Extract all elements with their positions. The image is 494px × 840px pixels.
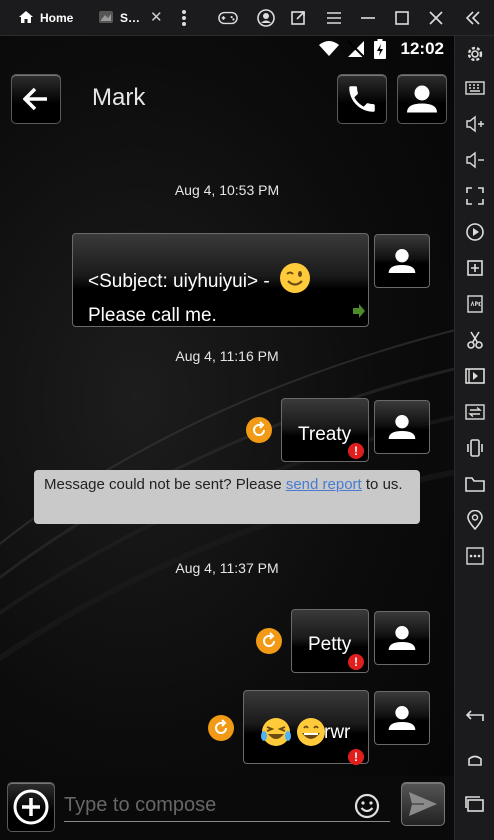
message-text-line: Please call me. [88, 305, 217, 326]
emulator-window: Home S… ✕ 12:02 Mark Aug 4, 10:53 PM <Su… [0, 0, 494, 840]
arrow-left-icon [23, 87, 47, 111]
avatar[interactable] [374, 400, 430, 454]
person-icon [388, 249, 416, 273]
retry-icon [253, 421, 265, 436]
collapse-sidebar-icon[interactable] [463, 8, 483, 28]
signal-icon [346, 40, 366, 63]
error-icon: ! [348, 443, 364, 459]
back-button[interactable] [11, 74, 61, 124]
message-bubble[interactable]: <Subject: uiyhuiyui> - Please call me. [72, 233, 369, 327]
add-circle-icon [13, 789, 49, 825]
message-bubble[interactable]: rwr ! [243, 690, 369, 765]
error-icon: ! [348, 654, 364, 670]
home-icon[interactable] [463, 748, 487, 772]
more-vert-icon[interactable] [174, 8, 194, 28]
call-button[interactable] [337, 74, 387, 124]
record-icon[interactable] [463, 220, 487, 244]
person-icon [388, 415, 416, 439]
person-icon [407, 85, 437, 113]
send-button[interactable] [401, 782, 445, 826]
conversation-header: Mark [0, 64, 454, 136]
phone-icon [349, 86, 375, 112]
retry-send-button[interactable] [256, 628, 282, 654]
wifi-icon [318, 40, 340, 61]
send-error-notice: Message could not be sent? Please send r… [34, 470, 420, 524]
app-thumbnail-icon [98, 10, 114, 27]
minimize-icon[interactable] [358, 8, 378, 28]
person-icon [388, 706, 416, 730]
folder-icon[interactable] [463, 472, 487, 496]
external-link-icon[interactable] [288, 8, 308, 28]
message-bubble[interactable]: Petty ! [291, 609, 369, 673]
avatar[interactable] [374, 611, 430, 665]
person-icon [388, 626, 416, 650]
sent-arrow-icon [352, 302, 366, 324]
cut-icon[interactable] [463, 328, 487, 352]
settings-icon[interactable] [463, 42, 487, 66]
emoji-picker-icon[interactable] [354, 793, 380, 824]
message-text: Petty [308, 634, 352, 655]
account-icon[interactable] [256, 8, 276, 28]
retry-send-button[interactable] [246, 417, 272, 443]
tab-home-label: Home [40, 11, 74, 25]
volume-up-icon[interactable] [463, 112, 487, 136]
sync-icon[interactable] [463, 400, 487, 424]
message-bubble[interactable]: Treaty ! [281, 398, 369, 462]
error-icon: ! [348, 749, 364, 765]
notice-text-after: to us. [361, 476, 403, 493]
message-text: rwr [324, 722, 351, 743]
shake-icon[interactable] [463, 436, 487, 460]
message-text: Treaty [298, 424, 352, 445]
keyboard-icon[interactable] [463, 76, 487, 100]
screenshot-resize-icon[interactable] [463, 184, 487, 208]
grinning-emoji-icon [295, 716, 327, 754]
send-icon [409, 792, 437, 816]
message-timestamp: Aug 4, 11:37 PM [175, 560, 279, 576]
message-text-line: <Subject: uiyhuiyui> - [88, 271, 270, 293]
home-icon [18, 10, 34, 27]
contact-name: Mark [92, 84, 146, 111]
retry-icon [263, 632, 275, 647]
tab-home[interactable]: Home [18, 0, 73, 36]
status-bar: 12:02 [0, 36, 454, 64]
emulator-title-bar: Home S… ✕ [0, 0, 494, 36]
tab-app[interactable]: S… [98, 0, 140, 36]
phone-screen: 12:02 Mark Aug 4, 10:53 PM <Subject: uiy… [0, 36, 454, 840]
compose-bar [0, 776, 454, 840]
battery-charging-icon [374, 39, 386, 64]
attach-button[interactable] [7, 782, 55, 832]
close-icon[interactable] [426, 8, 446, 28]
retry-icon [215, 719, 227, 734]
apk-icon[interactable] [463, 292, 487, 316]
more-horiz-icon[interactable] [463, 544, 487, 568]
contact-button[interactable] [397, 74, 447, 124]
compose-input[interactable] [64, 790, 390, 822]
tab-close-icon[interactable]: ✕ [150, 9, 163, 27]
notice-text-before: Message could not be sent? Please [44, 476, 286, 493]
media-icon[interactable] [463, 364, 487, 388]
location-icon[interactable] [463, 508, 487, 532]
retry-send-button[interactable] [208, 715, 234, 741]
emulator-sidebar [454, 36, 494, 840]
recents-icon[interactable] [463, 792, 487, 816]
maximize-icon[interactable] [392, 8, 412, 28]
add-app-icon[interactable] [463, 256, 487, 280]
message-timestamp: Aug 4, 10:53 PM [174, 182, 280, 198]
menu-icon[interactable] [324, 8, 344, 28]
avatar[interactable] [374, 234, 430, 288]
status-clock: 12:02 [400, 39, 444, 58]
message-text: <Subject: uiyhuiyui> - Please call me. [88, 262, 311, 329]
send-report-link[interactable]: send report [286, 476, 362, 493]
wink-emoji-icon [279, 262, 311, 302]
gamepad-icon[interactable] [218, 8, 238, 28]
volume-down-icon[interactable] [463, 148, 487, 172]
avatar[interactable] [374, 691, 430, 745]
laughing-crying-emoji-icon [260, 716, 292, 754]
tab-app-label: S… [120, 11, 141, 25]
back-icon[interactable] [463, 704, 487, 728]
message-timestamp: Aug 4, 11:16 PM [175, 348, 279, 364]
